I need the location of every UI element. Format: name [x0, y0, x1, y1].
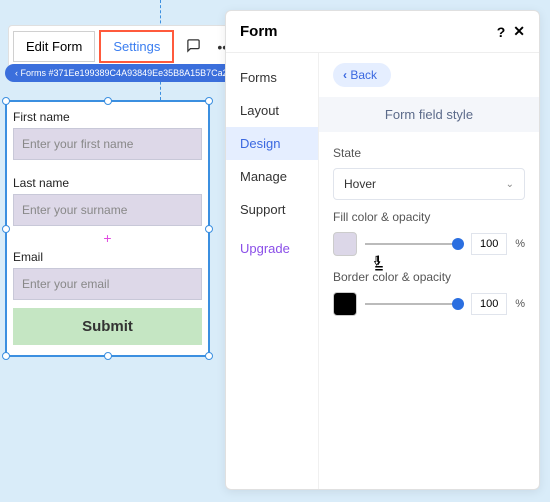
resize-handle[interactable]: [205, 352, 213, 360]
resize-handle[interactable]: [2, 352, 10, 360]
text-input[interactable]: Enter your surname: [13, 194, 202, 226]
percent-label: %: [515, 238, 525, 250]
sidenav-item-support[interactable]: Support: [226, 193, 318, 226]
close-icon[interactable]: ✕: [513, 23, 525, 40]
panel-sidenav: Forms Layout Design Manage Support Upgra…: [226, 53, 318, 489]
submit-button[interactable]: Submit: [13, 308, 202, 345]
state-value: Hover: [344, 177, 376, 191]
chevron-down-icon: ⌄: [506, 179, 514, 190]
field-label: First name: [7, 102, 208, 128]
section-title: Form field style: [319, 97, 539, 132]
form-field-last-name: Last name Enter your surname: [7, 168, 208, 226]
border-opacity-input[interactable]: [471, 293, 507, 315]
cursor-pointer-icon: [370, 254, 388, 272]
settings-panel: Form ? ✕ Forms Layout Design Manage Supp…: [225, 10, 540, 490]
fill-opacity-row: %: [333, 232, 525, 256]
settings-button[interactable]: Settings: [99, 30, 174, 63]
resize-handle[interactable]: [104, 352, 112, 360]
fill-color-swatch[interactable]: [333, 232, 357, 256]
border-color-swatch[interactable]: [333, 292, 357, 316]
fill-opacity-input[interactable]: [471, 233, 507, 255]
form-element[interactable]: First name Enter your first name Last na…: [5, 100, 210, 357]
text-input[interactable]: Enter your email: [13, 268, 202, 300]
sidenav-item-layout[interactable]: Layout: [226, 94, 318, 127]
fill-label: Fill color & opacity: [333, 210, 525, 224]
resize-handle[interactable]: [104, 97, 112, 105]
border-label: Border color & opacity: [333, 270, 525, 284]
resize-handle[interactable]: [205, 97, 213, 105]
back-button[interactable]: Back: [333, 63, 391, 87]
border-opacity-row: %: [333, 292, 525, 316]
form-field-email: Email Enter your email: [7, 242, 208, 300]
fill-opacity-slider[interactable]: [365, 243, 463, 245]
edit-form-button[interactable]: Edit Form: [13, 31, 95, 62]
slider-knob[interactable]: [452, 298, 464, 310]
text-input[interactable]: Enter your first name: [13, 128, 202, 160]
border-opacity-slider[interactable]: [365, 303, 463, 305]
state-label: State: [333, 146, 525, 160]
state-select[interactable]: Hover ⌄: [333, 168, 525, 200]
sidenav-item-forms[interactable]: Forms: [226, 61, 318, 94]
panel-header: Form ? ✕: [226, 11, 539, 52]
form-field-first-name: First name Enter your first name: [7, 102, 208, 160]
resize-handle[interactable]: [2, 225, 10, 233]
resize-handle[interactable]: [2, 97, 10, 105]
percent-label: %: [515, 298, 525, 310]
help-icon[interactable]: ?: [497, 24, 506, 40]
panel-content: Back Form field style State Hover ⌄ Fill…: [318, 53, 539, 489]
field-label: Last name: [7, 168, 208, 194]
sidenav-item-upgrade[interactable]: Upgrade: [226, 232, 318, 265]
slider-knob[interactable]: [452, 238, 464, 250]
add-field-icon[interactable]: +: [7, 234, 208, 242]
element-toolbar: Edit Form Settings •••: [8, 25, 245, 68]
sidenav-item-design[interactable]: Design: [226, 127, 318, 160]
comment-icon[interactable]: [178, 31, 209, 63]
sidenav-item-manage[interactable]: Manage: [226, 160, 318, 193]
resize-handle[interactable]: [205, 225, 213, 233]
breadcrumb[interactable]: Forms #371Ee199389C4A93849Ee35B8A15B7Ca2: [5, 64, 238, 82]
panel-title: Form: [240, 23, 278, 40]
